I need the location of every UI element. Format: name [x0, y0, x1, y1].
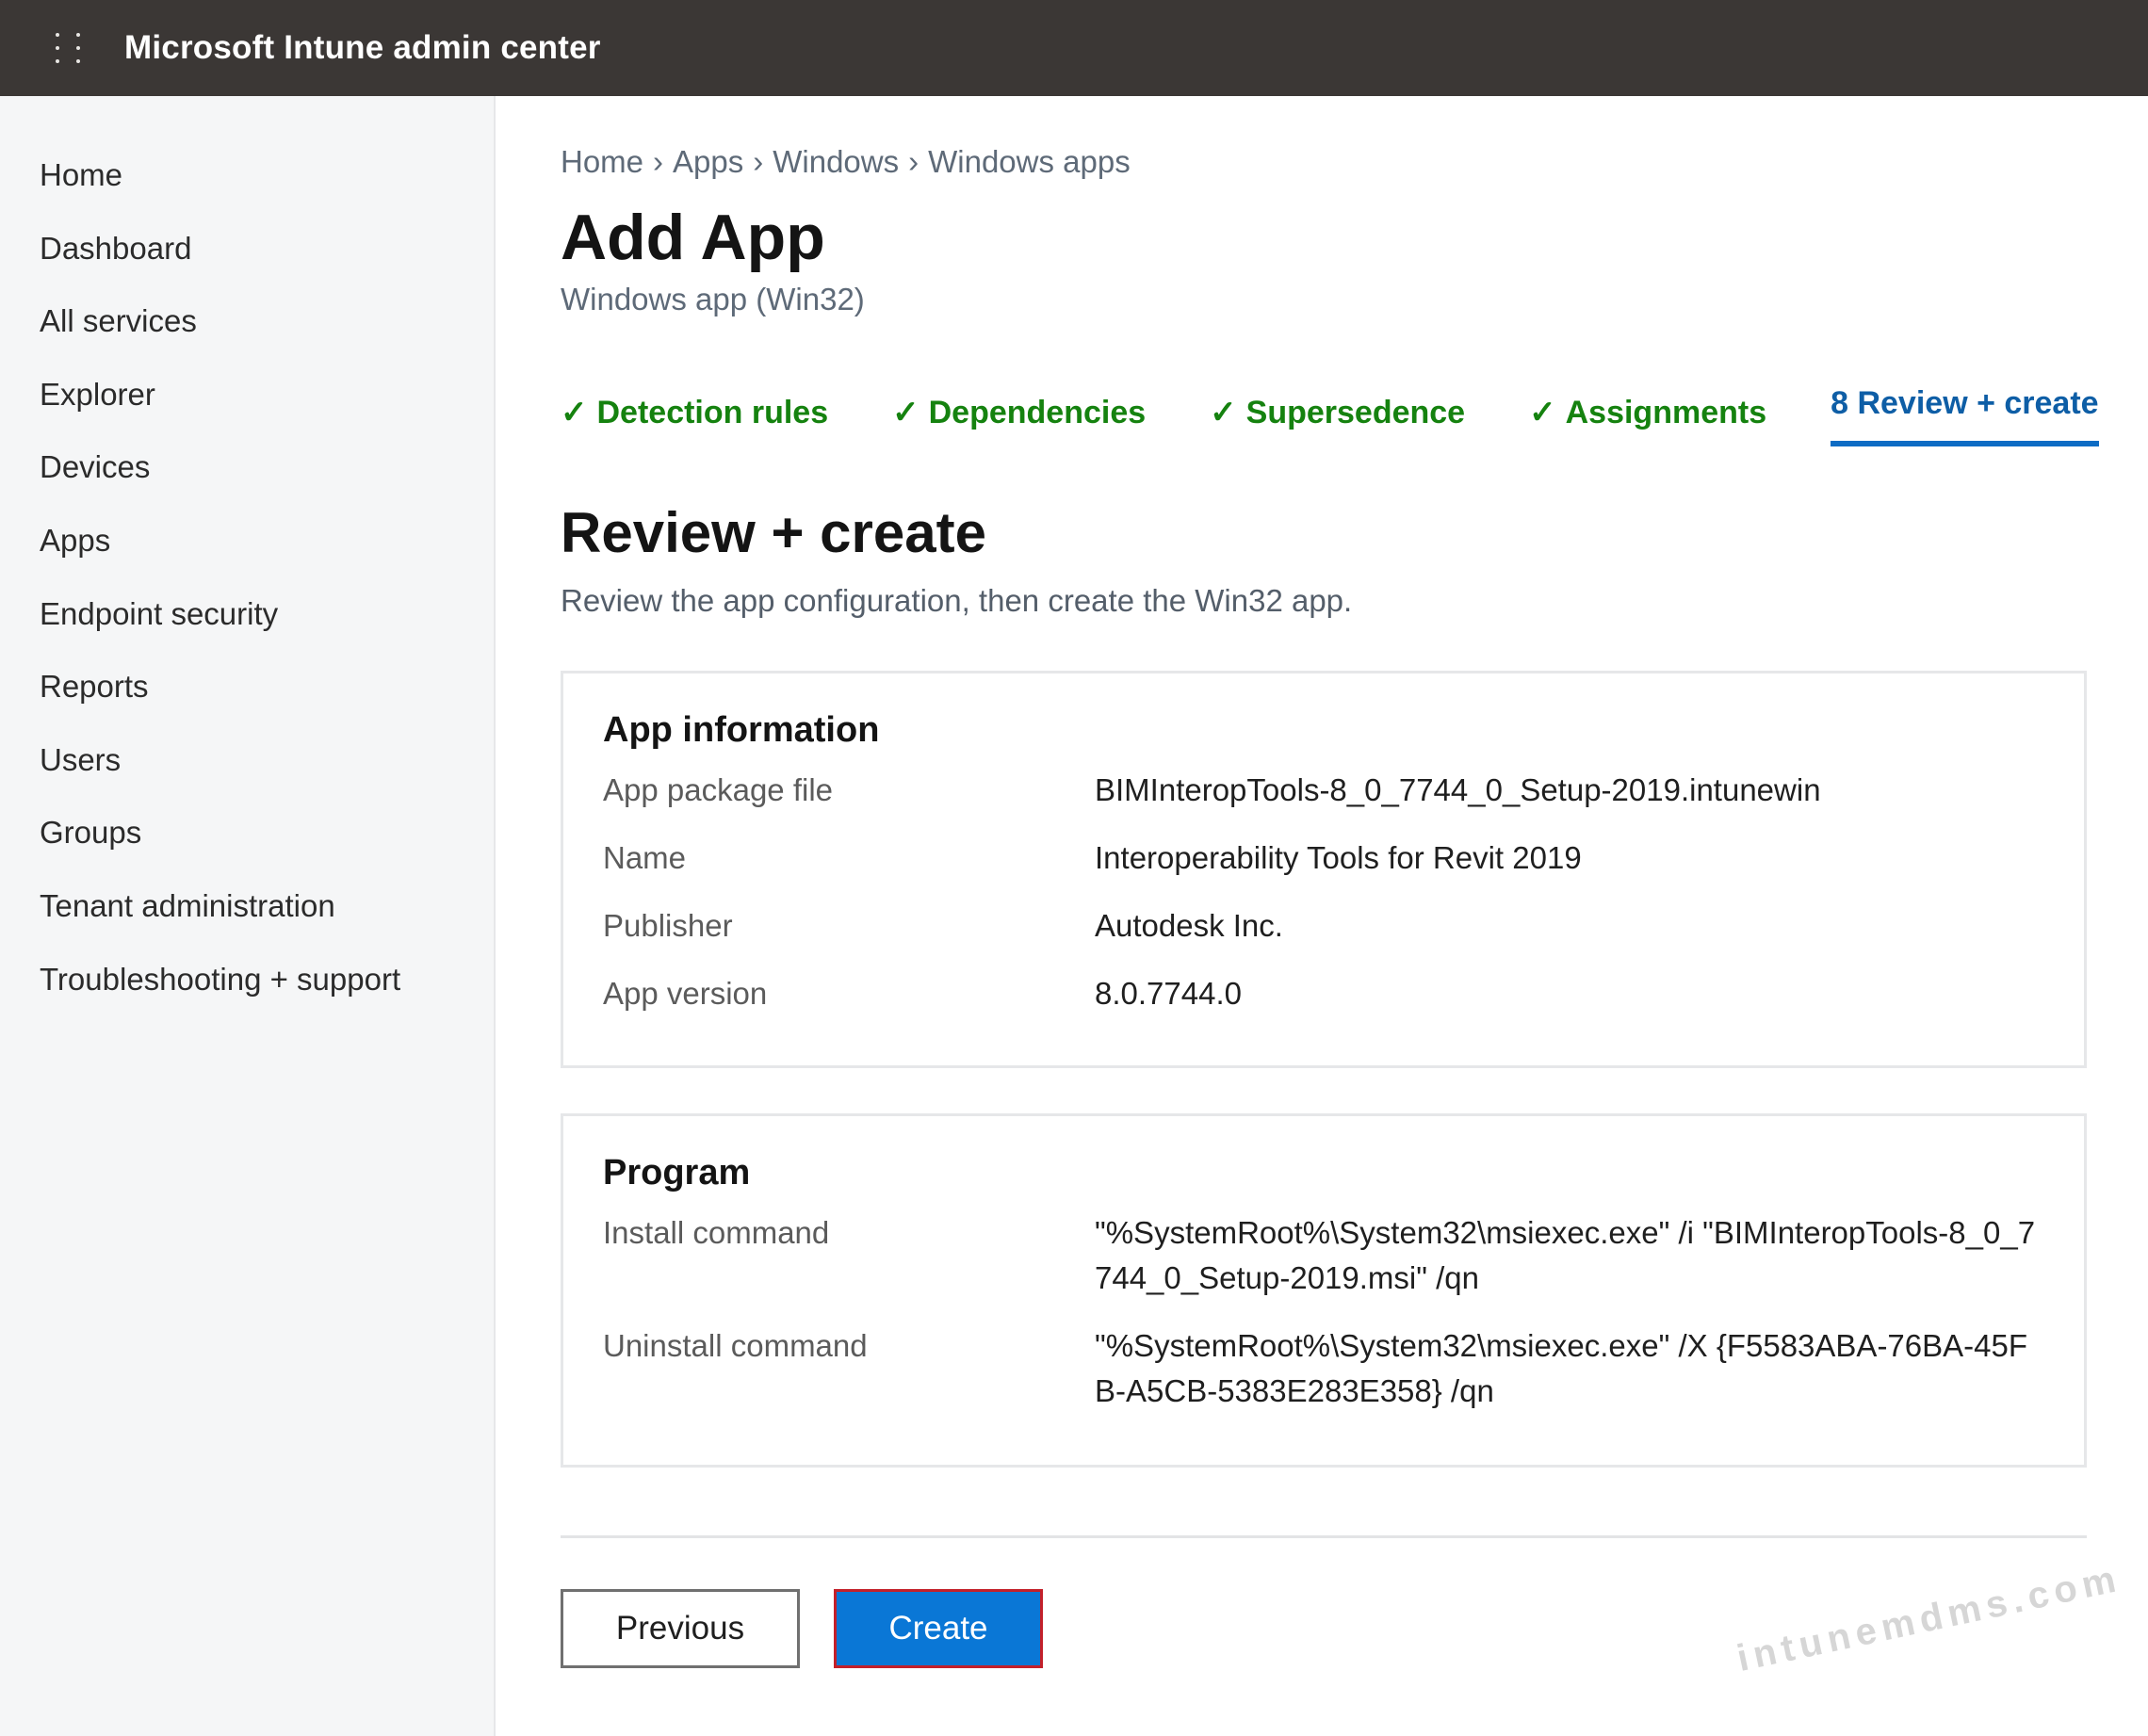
row-value: Interoperability Tools for Revit 2019 — [1095, 840, 1582, 875]
step-label: Supersedence — [1245, 395, 1466, 430]
info-row: App package file BIMInteropTools-8_0_774… — [603, 768, 2044, 813]
row-value: 8.0.7744.0 — [1095, 976, 1242, 1011]
step-label: Detection rules — [596, 395, 829, 430]
row-label: Name — [603, 840, 687, 875]
checkmark-icon: ✓ — [892, 395, 919, 430]
sidebar-item-dashboard[interactable]: Dashboard — [0, 228, 494, 301]
sidebar-item-reports[interactable]: Reports — [0, 666, 494, 739]
top-bar: Microsoft Intune admin center — [0, 0, 2148, 96]
tab-detection-rules[interactable]: ✓ Detection rules — [561, 384, 828, 431]
step-label: Assignments — [1565, 395, 1767, 430]
tab-dependencies[interactable]: ✓ Dependencies — [892, 384, 1146, 431]
app-title[interactable]: Microsoft Intune admin center — [124, 29, 601, 67]
info-row: Install command "%SystemRoot%\System32\m… — [603, 1210, 2044, 1301]
sidebar-item-apps[interactable]: Apps — [0, 520, 494, 593]
page-title: Add App — [561, 202, 825, 273]
sidebar-item-explorer[interactable]: Explorer — [0, 374, 494, 447]
sidebar: Home Dashboard All services Explorer Dev… — [0, 96, 496, 1736]
app-launcher-icon[interactable] — [41, 29, 94, 67]
section-description: Review the app configuration, then creat… — [561, 583, 1353, 618]
breadcrumb-separator: › — [653, 144, 664, 179]
checkmark-icon: ✓ — [561, 395, 588, 430]
checkmark-icon: ✓ — [1529, 395, 1556, 430]
create-button[interactable]: Create — [834, 1589, 1043, 1668]
sidebar-item-users[interactable]: Users — [0, 739, 494, 813]
row-label: App version — [603, 976, 768, 1011]
app-information-card: App information App package file BIMInte… — [561, 671, 2087, 1068]
sidebar-item-home[interactable]: Home — [0, 154, 494, 228]
info-row: App version 8.0.7744.0 — [603, 971, 2044, 1016]
main-content: Home › Apps › Windows › Windows apps Add App W… — [561, 96, 2099, 1668]
info-row: Publisher Autodesk Inc. — [603, 903, 2044, 949]
wizard-steps: ✓ Detection rules ✓ Dependencies ✓ Supersed… — [561, 384, 2099, 452]
row-label: Install command — [603, 1215, 830, 1250]
breadcrumb-separator: › — [908, 144, 919, 179]
previous-button[interactable]: Previous — [561, 1589, 800, 1668]
sidebar-item-devices[interactable]: Devices — [0, 446, 494, 520]
checkmark-icon: ✓ — [1210, 395, 1237, 430]
page-subtitle: Windows app (Win32) — [561, 282, 865, 316]
row-value: Autodesk Inc. — [1095, 908, 1283, 943]
info-row: Name Interoperability Tools for Revit 20… — [603, 836, 2044, 881]
tab-supersedence[interactable]: ✓ Supersedence — [1210, 384, 1465, 431]
breadcrumb-windows-apps[interactable]: Windows apps — [928, 144, 1131, 179]
step-label: Dependencies — [928, 395, 1147, 430]
tab-review-create[interactable]: 8 Review + create — [1831, 384, 2099, 446]
step-label: 8 Review + create — [1831, 385, 2099, 421]
breadcrumb-home[interactable]: Home — [561, 144, 643, 179]
row-value: BIMInteropTools-8_0_7744_0_Setup-2019.in… — [1095, 772, 1821, 807]
breadcrumb-windows[interactable]: Windows — [773, 144, 899, 179]
program-card: Program Install command "%SystemRoot%\Sy… — [561, 1113, 2087, 1468]
row-label: Uninstall command — [603, 1328, 868, 1363]
card-title: Program — [603, 1153, 751, 1192]
row-value: "%SystemRoot%\System32\msiexec.exe" /X {… — [1095, 1328, 2028, 1408]
section-title: Review + create — [561, 501, 986, 564]
row-label: Publisher — [603, 908, 733, 943]
tab-assignments[interactable]: ✓ Assignments — [1529, 384, 1766, 431]
sidebar-item-endpoint-security[interactable]: Endpoint security — [0, 593, 494, 667]
card-title: App information — [603, 710, 880, 750]
sidebar-item-all-services[interactable]: All services — [0, 300, 494, 374]
sidebar-item-groups[interactable]: Groups — [0, 812, 494, 885]
breadcrumb: Home › Apps › Windows › Windows apps — [561, 141, 2087, 183]
row-label: App package file — [603, 772, 834, 807]
row-value: "%SystemRoot%\System32\msiexec.exe" /i "… — [1095, 1215, 2036, 1295]
breadcrumb-separator: › — [753, 144, 764, 179]
breadcrumb-apps[interactable]: Apps — [673, 144, 743, 179]
sidebar-item-tenant-administration[interactable]: Tenant administration — [0, 885, 494, 959]
divider — [561, 1535, 2087, 1538]
sidebar-item-troubleshooting-support[interactable]: Troubleshooting + support — [0, 959, 494, 1032]
info-row: Uninstall command "%SystemRoot%\System32… — [603, 1323, 2044, 1414]
